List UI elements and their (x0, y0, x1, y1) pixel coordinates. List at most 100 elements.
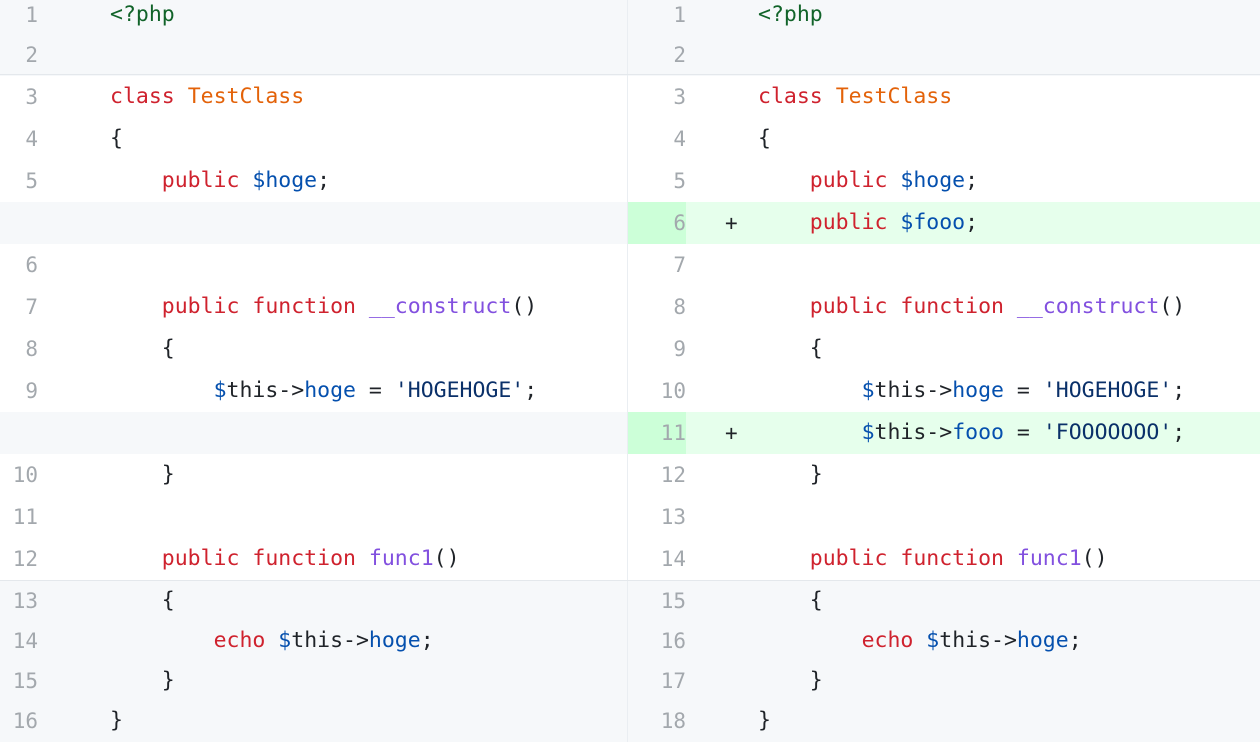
code-token: this-> (291, 628, 369, 653)
code-token: 'HOGEHOGE' (1042, 378, 1173, 403)
code-token: () (433, 546, 460, 571)
line-number[interactable]: 16 (628, 620, 686, 662)
code-token: () (511, 294, 538, 319)
line-number[interactable]: 5 (628, 160, 686, 202)
line-number[interactable]: 14 (0, 620, 38, 662)
line-number[interactable]: 12 (628, 454, 686, 496)
code-token: public (809, 168, 888, 193)
code-token: public (809, 210, 888, 235)
line-number[interactable]: 2 (0, 34, 38, 76)
line-number[interactable]: 14 (628, 538, 686, 580)
code-line: } (758, 454, 823, 496)
code-line: } (758, 660, 823, 702)
code-token: ; (965, 168, 979, 193)
line-number[interactable]: 4 (628, 118, 686, 160)
line-number[interactable]: 11 (0, 496, 38, 538)
code-line: class TestClass (110, 76, 304, 118)
line-number[interactable]: 6 (0, 244, 38, 286)
code-token: <?php (758, 2, 823, 27)
diff-line: 15 { (628, 580, 1260, 622)
code-token: function (252, 294, 356, 319)
code-line: { (110, 580, 175, 622)
line-number[interactable]: 3 (0, 76, 38, 118)
line-number[interactable]: 7 (0, 286, 38, 328)
line-number[interactable]: 15 (628, 580, 686, 622)
line-number[interactable]: 1 (0, 0, 38, 36)
code-token: $hoge (900, 168, 966, 193)
code-line: } (110, 660, 175, 702)
line-number[interactable]: 17 (628, 660, 686, 702)
line-number[interactable]: 7 (628, 244, 686, 286)
code-line: public $hoge; (110, 160, 330, 202)
code-token: () (1159, 294, 1186, 319)
code-token: hoge (304, 378, 356, 403)
line-number[interactable]: 4 (0, 118, 38, 160)
code-token: public (809, 546, 888, 571)
code-token: hoge (368, 628, 421, 653)
line-number[interactable]: 13 (628, 496, 686, 538)
line-number[interactable] (0, 202, 38, 244)
code-line: public $fooo; (758, 202, 978, 244)
code-token: { (110, 336, 175, 361)
diff-line: 14 echo $this->hoge; (0, 620, 627, 662)
line-number[interactable]: 9 (0, 370, 38, 412)
code-line: { (110, 328, 175, 370)
line-number[interactable]: 8 (0, 328, 38, 370)
line-number[interactable]: 10 (628, 370, 686, 412)
diff-line: 8 { (0, 328, 627, 370)
code-token: ; (524, 378, 538, 403)
code-token: class (758, 84, 823, 109)
code-token: { (758, 588, 823, 613)
code-line: public $hoge; (758, 160, 978, 202)
line-number[interactable]: 3 (628, 76, 686, 118)
line-number[interactable]: 2 (628, 34, 686, 76)
code-token: __construct (1016, 294, 1160, 319)
code-token: this-> (226, 378, 305, 403)
diff-line: 12 public function func1() (0, 538, 627, 580)
code-token: $ (278, 628, 292, 653)
code-token: = (1003, 378, 1043, 403)
code-line: { (110, 118, 123, 160)
diff-line: 8 public function __construct() (628, 286, 1260, 328)
split-diff-view: 1 <?php 2 3 class TestClass 4{5 public $hoge;… (0, 0, 1260, 742)
line-number[interactable]: 13 (0, 580, 38, 622)
line-number[interactable]: 10 (0, 454, 38, 496)
code-line: { (758, 580, 823, 622)
line-number[interactable]: 12 (0, 538, 38, 580)
diff-line: 16 echo $this->hoge; (628, 620, 1260, 662)
code-token: this-> (939, 628, 1017, 653)
code-token: public (161, 546, 240, 571)
line-number[interactable]: 16 (0, 700, 38, 742)
code-token: this-> (874, 378, 953, 403)
line-number[interactable] (0, 412, 38, 454)
code-token: } (110, 668, 175, 693)
diff-line: 3 class TestClass (628, 76, 1260, 118)
diff-line: 15 } (0, 660, 627, 702)
code-line: { (758, 328, 823, 370)
line-number[interactable]: 15 (0, 660, 38, 702)
line-number[interactable]: 9 (628, 328, 686, 370)
code-line: } (110, 700, 123, 742)
hunk-separator-top (0, 74, 1260, 75)
line-number[interactable]: 11 (628, 412, 686, 454)
line-number[interactable]: 5 (0, 160, 38, 202)
line-number[interactable]: 1 (628, 0, 686, 36)
diff-line: 11 (0, 496, 627, 538)
code-token: $ (213, 378, 227, 403)
code-token: } (110, 462, 175, 487)
line-number[interactable]: 8 (628, 286, 686, 328)
line-number[interactable]: 6 (628, 202, 686, 244)
code-line: $this->hoge = 'HOGEHOGE'; (758, 370, 1186, 412)
code-token: } (110, 708, 123, 733)
line-number[interactable]: 18 (628, 700, 686, 742)
